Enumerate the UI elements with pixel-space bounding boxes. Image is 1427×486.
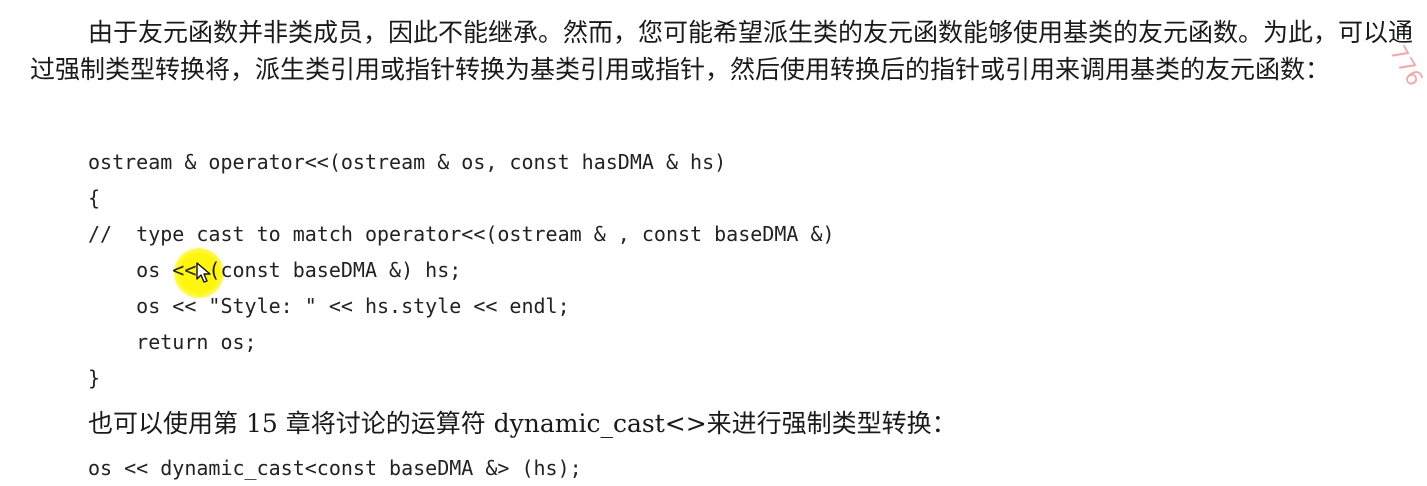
code-line-2: { [88, 186, 101, 210]
dynamic-cast-paragraph: 也可以使用第 15 章将讨论的运算符 dynamic_cast<>来进行强制类型… [88, 409, 957, 438]
intro-paragraph: 由于友元函数并非类成员，因此不能继承。然而，您可能希望派生类的友元函数能够使用基… [30, 14, 1420, 88]
code-line-5: os << "Style: " << hs.style << endl; [88, 294, 570, 318]
code-line-6: return os; [88, 330, 257, 354]
code-line-3: // type cast to match operator<<(ostream… [88, 222, 835, 246]
mouse-cursor-icon [196, 262, 211, 283]
code-line-7: } [88, 366, 101, 390]
code-line-1: ostream & operator<<(ostream & os, const… [88, 150, 727, 174]
code-line-final: os << dynamic_cast<const baseDMA &> (hs)… [88, 456, 582, 480]
intro-paragraph-text: 由于友元函数并非类成员，因此不能继承。然而，您可能希望派生类的友元函数能够使用基… [30, 18, 1414, 84]
code-line-4: os << (const baseDMA &) hs; [88, 258, 462, 282]
